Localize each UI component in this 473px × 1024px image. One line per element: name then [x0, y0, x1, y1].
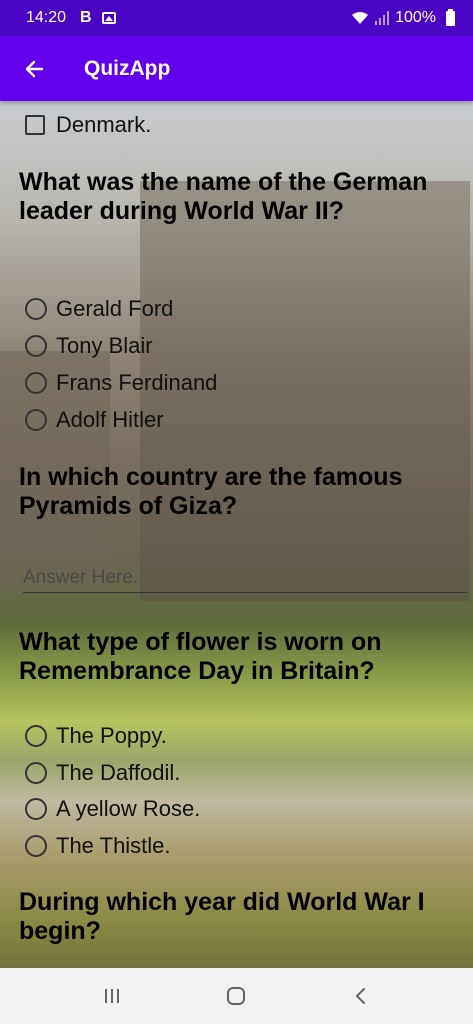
radio-button[interactable] — [25, 409, 47, 431]
navigation-bar — [0, 968, 473, 1024]
q1-option-2[interactable]: Tony Blair — [25, 333, 153, 359]
notification-letter: B — [80, 9, 92, 26]
signal-icon — [375, 11, 390, 25]
question-4: During which year did World War I begin? — [19, 888, 425, 945]
radio-button[interactable] — [25, 372, 47, 394]
radio-button[interactable] — [25, 298, 47, 320]
checkbox[interactable] — [25, 115, 45, 135]
q1-option-1[interactable]: Gerald Ford — [25, 296, 173, 322]
q3-option-2[interactable]: The Daffodil. — [25, 760, 180, 786]
q1-option-4[interactable]: Adolf Hitler — [25, 407, 164, 433]
battery-icon — [446, 8, 455, 26]
q3-option-1[interactable]: The Poppy. — [25, 723, 167, 749]
status-time: 14:20 — [26, 9, 67, 26]
radio-button[interactable] — [25, 762, 47, 784]
image-icon — [101, 12, 116, 24]
question-3: What type of flower is worn on Remembran… — [19, 628, 382, 685]
option-label: The Daffodil. — [56, 760, 181, 785]
status-right: 100% — [351, 8, 455, 27]
option-label: Frans Ferdinand — [56, 370, 218, 395]
radio-button[interactable] — [25, 798, 47, 820]
recents-icon[interactable] — [92, 976, 132, 1016]
option-label: The Poppy. — [56, 723, 167, 748]
radio-button[interactable] — [25, 835, 47, 857]
status-bar: 14:20 B 100% — [0, 0, 473, 36]
quiz-scroll-area[interactable]: Denmark. What was the name of the German… — [0, 101, 473, 968]
question-1: What was the name of the German leader d… — [19, 168, 428, 225]
radio-button[interactable] — [25, 725, 47, 747]
option-label: Tony Blair — [56, 333, 153, 358]
home-icon[interactable] — [216, 976, 256, 1016]
q3-option-4[interactable]: The Thistle. — [25, 833, 171, 859]
battery-percent: 100% — [395, 9, 436, 26]
back-nav-icon[interactable] — [341, 976, 381, 1016]
answer-input[interactable] — [23, 563, 467, 593]
option-label: The Thistle. — [56, 833, 171, 858]
app-title: QuizApp — [84, 56, 171, 80]
question-2: In which country are the famous Pyramids… — [19, 463, 403, 520]
radio-button[interactable] — [25, 335, 47, 357]
q1-option-3[interactable]: Frans Ferdinand — [25, 370, 217, 396]
option-label: Gerald Ford — [56, 296, 174, 321]
wifi-icon — [352, 11, 369, 24]
q3-option-3[interactable]: A yellow Rose. — [25, 796, 200, 822]
checkbox-label: Denmark. — [56, 112, 152, 137]
arrow-back-icon[interactable] — [22, 57, 46, 81]
app-bar: QuizApp — [0, 36, 473, 101]
option-label: A yellow Rose. — [56, 796, 201, 821]
option-label: Adolf Hitler — [56, 407, 164, 432]
checkbox-denmark[interactable]: Denmark. — [25, 112, 151, 138]
